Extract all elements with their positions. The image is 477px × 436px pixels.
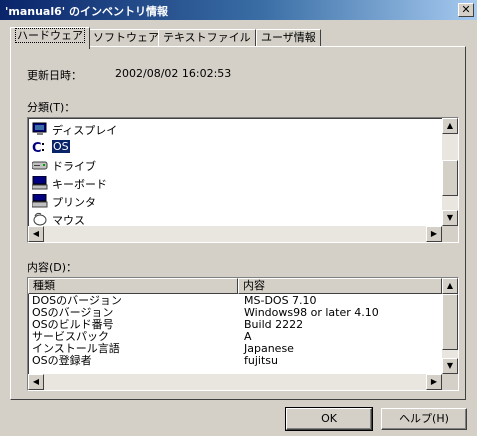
inventory-dialog: 'manual6' のインベントリ情報 ✕ ハードウェア ソフトウェア テキスト… [0,0,477,436]
tab-text-files[interactable]: テキストファイル [158,29,256,47]
scroll-right-button[interactable]: ▶ [426,374,442,390]
svg-text:C: C [32,141,42,154]
row-value: fujitsu [244,354,278,367]
content-vertical-scrollbar[interactable]: ▲ ▼ [442,278,458,374]
monitor-icon [32,122,47,135]
tab-hardware[interactable]: ハードウェア [10,27,90,49]
mouse-icon [33,212,47,226]
scrollbar-corner [442,226,458,242]
content-horizontal-scrollbar[interactable]: ◀ ▶ [28,374,442,390]
hardware-tab-panel: 更新日時： 2002/08/02 16:02:53 分類(T)： ディスプレイ … [10,46,466,400]
scroll-up-button[interactable]: ▲ [442,118,458,134]
drive-icon [32,161,48,170]
scroll-right-button[interactable]: ▶ [426,226,442,242]
category-item-label: ドライブ [52,160,96,173]
column-header-content[interactable]: 内容 [238,278,442,294]
window-title: 'manual6' のインベントリ情報 [5,5,168,18]
content-table[interactable]: 種類 内容 DOSのバージョン MS-DOS 7.10 OSのバージョン Win… [27,277,459,391]
scroll-up-button[interactable]: ▲ [442,278,458,294]
category-item-label: キーボード [52,178,107,191]
tab-hardware-label: ハードウェア [15,28,85,43]
row-value: Build 2222 [244,318,304,331]
tab-user-info[interactable]: ユーザ情報 [256,29,321,47]
category-item-label: ディスプレイ [52,124,118,137]
tab-software[interactable]: ソフトウェア [88,29,164,47]
content-label: 内容(D)： [27,261,78,274]
scroll-thumb[interactable] [442,160,458,196]
scroll-left-button[interactable]: ◀ [28,226,44,242]
scroll-thumb[interactable] [442,294,458,350]
keyboard-icon [32,176,48,190]
ok-button[interactable]: OK [285,407,373,431]
tab-software-label: ソフトウェア [93,31,159,44]
help-button[interactable]: ヘルプ(H) [381,408,467,430]
updated-value: 2002/08/02 16:02:53 [115,67,232,80]
printer-icon [32,194,48,208]
category-item-label: OS [52,140,70,153]
scrollbar-corner [442,374,458,390]
scroll-left-button[interactable]: ◀ [28,374,44,390]
category-vertical-scrollbar[interactable]: ▲ ▼ [442,118,458,226]
category-horizontal-scrollbar[interactable]: ◀ ▶ [28,226,442,242]
tab-text-files-label: テキストファイル [163,31,251,44]
category-label: 分類(T)： [27,101,76,114]
updated-label: 更新日時： [27,69,82,82]
row-type: OSの登録者 [32,354,92,367]
tab-user-info-label: ユーザ情報 [261,31,316,44]
category-item-label: プリンタ [52,196,96,209]
scroll-down-button[interactable]: ▼ [442,210,458,226]
close-button[interactable]: ✕ [458,3,474,17]
title-bar: 'manual6' のインベントリ情報 ✕ [0,0,477,20]
scroll-down-button[interactable]: ▼ [442,358,458,374]
column-header-type[interactable]: 種類 [28,278,238,294]
os-icon: C [32,141,44,154]
category-list[interactable]: ディスプレイ C OS ドライブ キーボード プリンタ マウス ▲ ▼ ◀ ▶ [27,117,459,243]
